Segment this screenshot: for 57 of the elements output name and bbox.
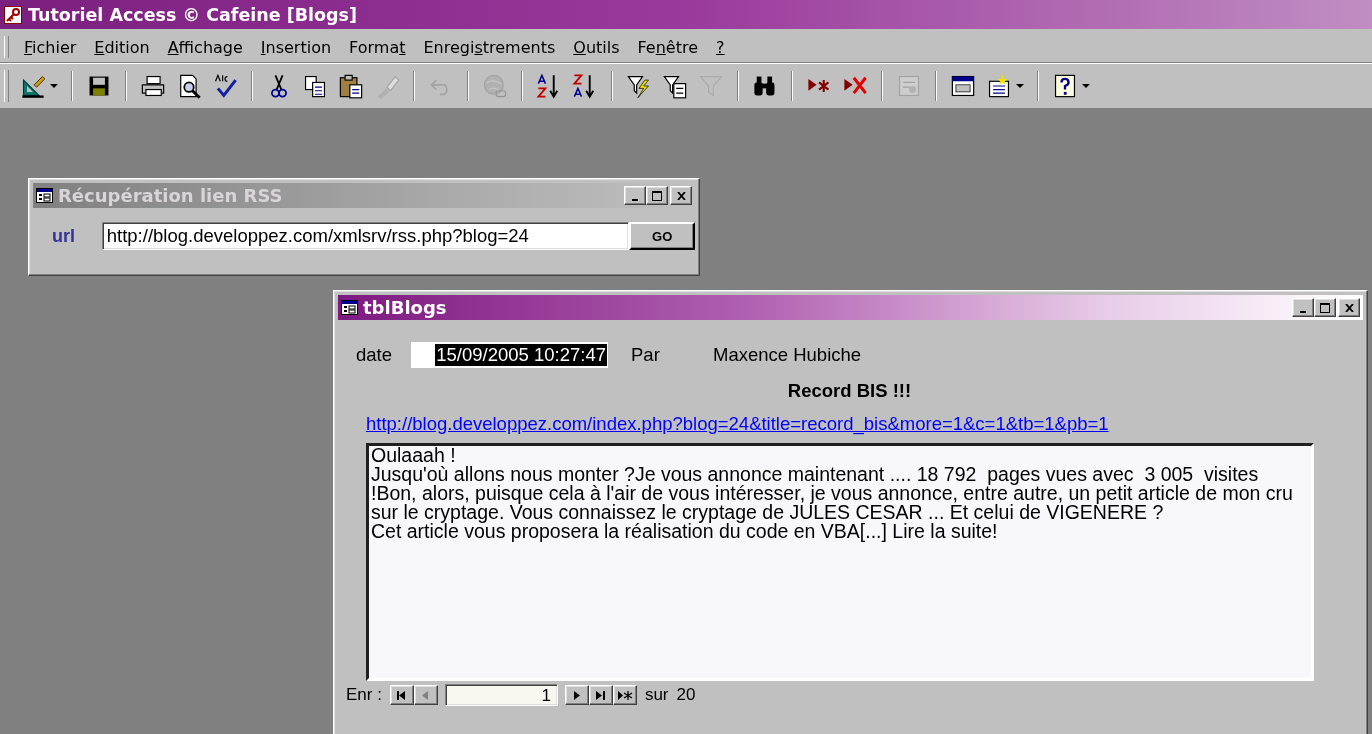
url-field[interactable]: http://blog.developpez.com/xmlsrv/rss.php?blog=24 [101, 222, 630, 250]
filter-form-icon[interactable] [662, 73, 688, 99]
app-title: Tutoriel Access © Cafeine [Blogs] [28, 4, 357, 25]
minimize-icon [1300, 310, 1306, 313]
caret-icon[interactable] [50, 83, 58, 89]
date-field[interactable]: 15/09/2005 10:27:47 [411, 342, 608, 368]
maximize-icon [1320, 302, 1330, 313]
author-label: Par [631, 344, 661, 366]
post-title: Record BIS !!! [787, 380, 912, 402]
menu-item[interactable]: ? [707, 34, 734, 60]
minimize-icon [632, 198, 638, 201]
maximize-icon [652, 190, 662, 201]
close-icon [1344, 303, 1354, 312]
url-label: url [52, 225, 76, 247]
close-icon [676, 191, 686, 200]
menu-item[interactable]: Fichier [15, 34, 86, 60]
record-number-field[interactable]: 1 [444, 684, 558, 706]
printer-icon[interactable] [140, 73, 166, 99]
spell-check-icon[interactable] [212, 73, 238, 99]
menu-item[interactable]: Format [340, 34, 415, 60]
menu-item[interactable]: Affichage [158, 34, 252, 60]
help-icon[interactable] [1052, 73, 1078, 99]
record-count: 20 [676, 685, 696, 705]
record-count-label: sur [644, 685, 669, 705]
content-field[interactable] [366, 443, 1314, 681]
copy-icon[interactable] [302, 73, 328, 99]
form-icon [36, 188, 53, 203]
menu-item[interactable]: Enregistrements [414, 34, 565, 60]
maximize-button[interactable] [646, 186, 668, 205]
window-icon[interactable] [950, 73, 976, 99]
post-link[interactable]: http://blog.developpez.com/index.php?blog=24&title=record_bis&more=1&c=1&tb=1&pb=1 [366, 413, 1109, 435]
window-title: Récupération lien RSS [58, 185, 284, 206]
minimize-button[interactable] [1292, 298, 1314, 317]
menu-item[interactable]: Outils [564, 34, 629, 60]
go-button[interactable]: GO [629, 222, 695, 250]
author-value: Maxence Hubiche [713, 344, 862, 366]
form-icon [341, 300, 358, 315]
menu-item[interactable]: Edition [85, 34, 159, 60]
caret-icon[interactable] [1082, 83, 1090, 89]
clipboard-icon[interactable] [338, 73, 364, 99]
menu-item[interactable]: Insertion [251, 34, 341, 60]
menu-item[interactable]: Fenêtre [628, 34, 707, 60]
window-title-bar[interactable]: tblBlogs [338, 295, 1363, 320]
date-value: 15/09/2005 10:27:47 [435, 344, 607, 366]
close-icon-button[interactable] [670, 186, 692, 205]
record-label: Enr : [346, 685, 382, 705]
window-title: tblBlogs [363, 297, 448, 318]
date-label: date [356, 344, 393, 366]
new-object-icon[interactable] [986, 73, 1012, 99]
maximize-button[interactable] [1314, 298, 1336, 317]
triangle-pencil-icon[interactable] [20, 73, 46, 99]
close-icon-button[interactable] [1338, 298, 1360, 317]
minimize-button[interactable] [624, 186, 646, 205]
content-text: Oulaaah ! Jusqu'où allons nous monter ?Je vous annonce maintenant .... 18 792 pages vues avec 3 005 visites !Bon, alors, puisque cela à l'air de vous intéresser, je vous annonce, entre autre, un petit article de mon cru sur le cryptage. Vous connaissez le cryptage de JULES CESAR ... Et celui de VIGENERE ? Cet article vous proposera la réalisation du code en VBA[...] Lire la suite! [371, 446, 1293, 541]
caret-icon[interactable] [1016, 83, 1024, 89]
key-icon [4, 5, 22, 24]
filter-lightning-icon[interactable] [626, 73, 652, 99]
